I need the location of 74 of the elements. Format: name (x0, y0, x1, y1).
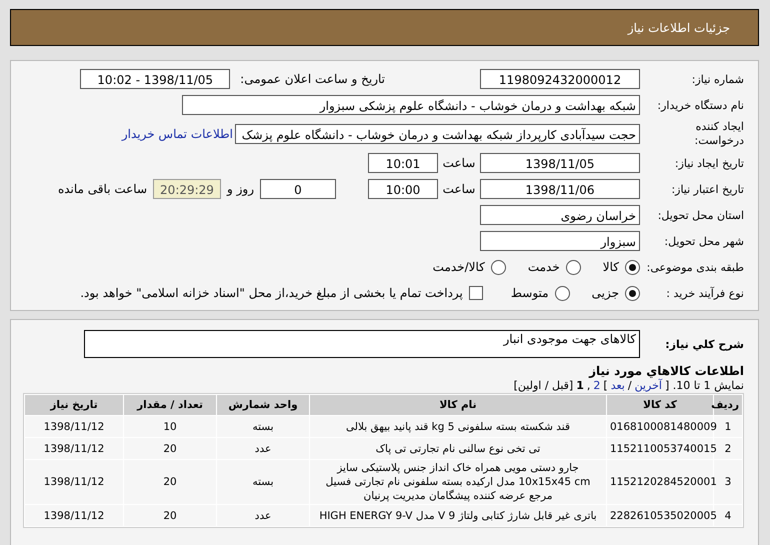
field-label: تاریخ اعتبار نیاز: (670, 182, 744, 196)
column-header: تاریخ نیاز (25, 395, 123, 415)
column-header: واحد شمارش (217, 395, 309, 415)
pagination-text: نمایش 1 تا 10. [ (664, 379, 744, 392)
field-label: ساعت (442, 182, 476, 196)
province-field: خراسان رضوی (480, 205, 640, 225)
pagination-link[interactable]: بعد (610, 379, 625, 392)
field-label: روز و (227, 182, 254, 196)
field-label: شماره نیاز: (690, 72, 744, 86)
field-label: طبقه بندی موضوعی: (646, 260, 744, 274)
pagination-text: [قبل / اولین] (514, 379, 574, 392)
pagination-text: / (628, 379, 632, 392)
days-field: 0 (260, 179, 336, 199)
field-label: ایجاد کننده درخواست: (694, 120, 744, 148)
pagination-link[interactable]: 2 (593, 379, 600, 392)
description-field: کالاهای جهت موجودی انبار (84, 330, 640, 358)
validity-date-field: 1398/11/06 (480, 179, 640, 199)
table-cell: بسته (217, 460, 309, 504)
section-title: اطلاعات کالاهاي مورد نياز (588, 364, 744, 378)
buyer-contact-link[interactable]: اطلاعات تماس خریدار (122, 127, 233, 141)
radio-label: جزیی (592, 286, 619, 300)
table-cell: تی تخی نوع سالنی نام تجارتی تی پاک (310, 438, 606, 459)
radio-button[interactable] (554, 286, 570, 300)
radio-label: خدمت (528, 260, 560, 274)
table-cell: 1398/11/12 (25, 460, 123, 504)
radio-label: کالا/خدمت (432, 260, 485, 274)
table-cell: 20 (124, 460, 216, 504)
checkbox-label: پرداخت تمام یا بخشی از مبلغ خرید،از محل "اسناد خزانه اسلامی" خواهد بود. (80, 286, 463, 300)
table-cell: بسته (217, 416, 309, 437)
city-field: سبزوار (480, 231, 640, 251)
column-header: نام کالا (310, 395, 606, 415)
field-label: نام دستگاه خریدار: (656, 98, 744, 112)
field-label: تاریخ ایجاد نیاز: (674, 156, 744, 170)
field-label: شرح کلي نياز: (664, 338, 744, 350)
table-cell: عدد (217, 505, 309, 526)
table-cell: 1398/11/12 (25, 438, 123, 459)
field-label: تاریخ و ساعت اعلان عمومی: (240, 72, 385, 86)
pagination-text: ] (603, 379, 608, 392)
buyer-field: شبکه بهداشت و درمان خوشاب - دانشگاه علوم پزشکی سبزوار (182, 95, 640, 115)
requester-field: حجت سیدآبادی کارپرداز شبکه بهداشت و درمان خوشاب - دانشگاه علوم پزشک (235, 124, 640, 144)
table-cell: قند شکسته بسته سلفونی 5 kg قند پانید بیهق بلالی (310, 416, 606, 437)
need-number-field: 1198092432000012 (480, 69, 640, 89)
field-label: نوع فرآیند خرید : (665, 286, 744, 300)
radio-button[interactable] (490, 260, 506, 274)
table-cell: 10 (124, 416, 216, 437)
pagination-text: , (586, 379, 590, 392)
field-label: استان محل تحویل: (656, 208, 744, 222)
page-title: جزئیات اطلاعات نیاز (628, 20, 730, 34)
table-cell: جارو دستی مویی همراه خاک انداز جنس پلاستیکی سایز 10x15x45 cm مدل ارکیده بسته سلفونی نام تجارتی فسیل مرجع عرضه کننده پیشگامان مدیریت پرنیان (310, 460, 606, 504)
created-time-field: 10:01 (368, 153, 438, 173)
validity-time-field: 10:00 (368, 179, 438, 199)
table-cell: عدد (217, 438, 309, 459)
created-date-field: 1398/11/05 (480, 153, 640, 173)
checkbox[interactable] (468, 286, 483, 300)
radio-button[interactable] (566, 260, 581, 274)
announce-date-field: 1398/11/05 - 10:02 (80, 69, 230, 89)
table-cell: 1398/11/12 (25, 505, 123, 526)
field-label: ساعت باقی مانده (58, 182, 147, 196)
radio-button[interactable] (625, 286, 640, 300)
radio-label: کالا (602, 260, 619, 274)
table-cell: 20 (124, 438, 216, 459)
radio-button[interactable] (625, 260, 640, 274)
table-cell: 1398/11/12 (25, 416, 123, 437)
column-header: تعداد / مقدار (124, 395, 216, 415)
table-cell: 20 (124, 505, 216, 526)
field-label: ساعت (442, 156, 476, 170)
field-label: شهر محل تحویل: (663, 234, 744, 248)
pagination-link[interactable]: آخرین (634, 379, 662, 392)
remaining-time-field: 20:29:29 (153, 179, 221, 199)
current-page: 1 (576, 379, 584, 392)
column-header: کد کالا (607, 395, 713, 415)
table-cell: باتری غیر قابل شارژ کتابی ولتاژ 9 V مدل HIGH ENERGY 9-V (310, 505, 606, 526)
radio-label: متوسط (510, 286, 549, 300)
column-header: ردیف (714, 395, 742, 415)
